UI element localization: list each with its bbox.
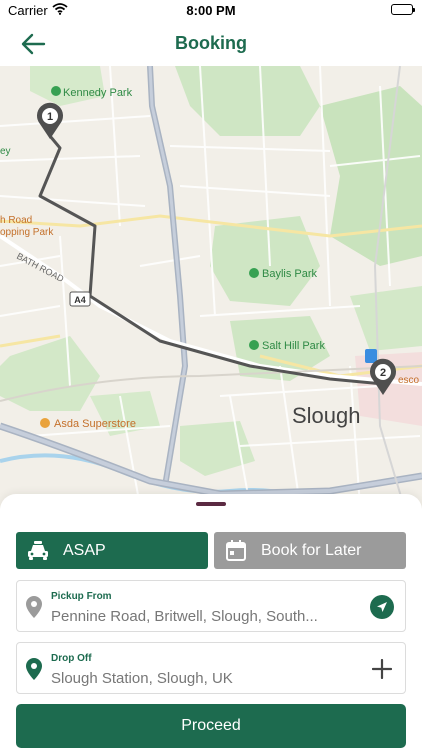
- calendar-icon: [225, 540, 247, 562]
- page-title: Booking: [175, 33, 247, 53]
- map-label-bath-road-1: h Road: [0, 215, 32, 226]
- dropoff-field[interactable]: Drop Off Slough Station, Slough, UK: [16, 642, 406, 694]
- pickup-pin-icon: [26, 596, 42, 618]
- plus-icon: [372, 659, 392, 679]
- end-marker-label: 2: [380, 367, 386, 379]
- proceed-button[interactable]: Proceed: [16, 704, 406, 748]
- map-label-edge-left: ey: [0, 146, 11, 157]
- map-label-kennedy-park: Kennedy Park: [63, 87, 133, 99]
- status-time: 8:00 PM: [186, 3, 236, 18]
- map-label-slough: Slough: [292, 403, 361, 428]
- car-icon: [27, 540, 49, 562]
- start-marker[interactable]: 1: [37, 102, 63, 139]
- map-label-baylis-park: Baylis Park: [262, 268, 318, 280]
- battery-icon: [391, 4, 415, 15]
- map-label-tesco: esco: [398, 375, 420, 386]
- book-for-later-label: Book for Later: [261, 541, 362, 559]
- dropoff-value[interactable]: Slough Station, Slough, UK: [51, 670, 351, 687]
- proceed-label: Proceed: [181, 717, 241, 734]
- asap-button[interactable]: ASAP: [16, 532, 208, 569]
- map-view[interactable]: Kennedy Park ey h Road opping Park BATH …: [0, 66, 422, 510]
- road-badge-label: A4: [74, 295, 86, 305]
- book-for-later-button[interactable]: Book for Later: [214, 532, 406, 569]
- dropoff-label: Drop Off: [51, 653, 92, 664]
- map-label-salt-hill-park: Salt Hill Park: [262, 340, 325, 352]
- navigation-arrow-icon: [370, 595, 394, 619]
- add-stop-button[interactable]: [369, 656, 395, 682]
- asap-label: ASAP: [63, 541, 106, 559]
- pickup-field[interactable]: Pickup From Pennine Road, Britwell, Slou…: [16, 580, 406, 632]
- nav-bar: Booking: [0, 22, 422, 66]
- current-location-button[interactable]: [369, 594, 395, 620]
- status-bar: Carrier 8:00 PM: [0, 0, 422, 22]
- dropoff-pin-icon: [26, 658, 42, 680]
- map-label-bath-road-2: opping Park: [0, 227, 54, 238]
- sheet-drag-handle[interactable]: [196, 502, 226, 506]
- start-marker-label: 1: [47, 111, 53, 123]
- pickup-label: Pickup From: [51, 591, 112, 602]
- road-badge: A4: [69, 291, 91, 307]
- booking-sheet: ASAP Book for Later Pickup From Pennine …: [0, 494, 422, 750]
- pickup-value[interactable]: Pennine Road, Britwell, Slough, South...: [51, 608, 351, 625]
- map-label-asda: Asda Superstore: [54, 418, 136, 430]
